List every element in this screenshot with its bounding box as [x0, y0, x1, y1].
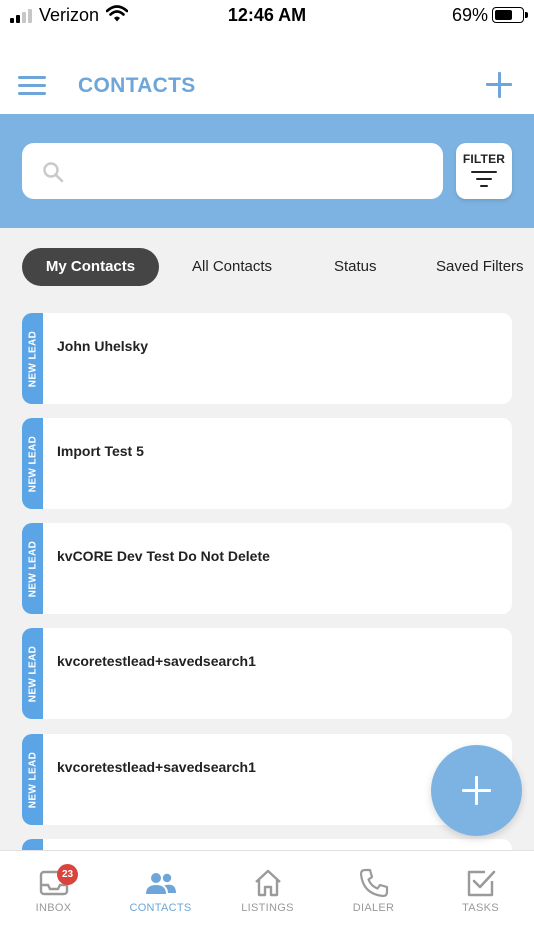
battery-icon: [492, 7, 528, 23]
tasks-icon: [467, 870, 496, 897]
page-title: CONTACTS: [78, 74, 196, 97]
contact-tabs: My Contacts All Contacts Status Saved Fi…: [0, 248, 534, 286]
battery-percentage: 69%: [451, 5, 488, 25]
lead-status-strip: NEW LEAD: [22, 523, 43, 614]
nav-label: LISTINGS: [241, 902, 294, 914]
lead-status-label: NEW LEAD: [27, 645, 38, 702]
status-bar: Verizon 12:46 AM 69%: [0, 0, 534, 34]
nav-label: CONTACTS: [129, 902, 192, 914]
nav-inbox[interactable]: 23 INBOX: [0, 851, 107, 950]
tab-my-contacts[interactable]: My Contacts: [22, 248, 159, 286]
home-icon: [255, 869, 281, 897]
add-contact-fab[interactable]: [431, 745, 522, 836]
contact-name: Import Test 5: [57, 443, 144, 459]
contact-name: kvCORE Dev Test Do Not Delete: [57, 548, 270, 564]
contact-card[interactable]: NEW LEAD kvCORE Dev Test Do Not Delete: [22, 523, 512, 614]
contact-card[interactable]: NEW LEAD John Uhelsky: [22, 313, 512, 404]
contact-name: kvcoretestlead+savedsearch1: [57, 653, 256, 669]
lead-status-label: NEW LEAD: [27, 435, 38, 492]
app-header: CONTACTS: [0, 34, 534, 114]
nav-listings[interactable]: LISTINGS: [214, 851, 321, 950]
filter-label: FILTER: [462, 152, 506, 166]
lead-status-label: NEW LEAD: [27, 751, 38, 808]
contact-name: John Uhelsky: [57, 338, 149, 354]
phone-icon: [359, 868, 389, 898]
nav-label: TASKS: [462, 902, 499, 914]
lead-status-strip: NEW LEAD: [22, 734, 43, 825]
tab-saved-filters[interactable]: Saved Filters: [436, 248, 524, 286]
lead-status-strip: NEW LEAD: [22, 628, 43, 719]
tab-all-contacts[interactable]: All Contacts: [192, 248, 272, 286]
inbox-badge: 23: [57, 864, 78, 885]
hamburger-menu-icon[interactable]: [18, 76, 46, 96]
tab-status[interactable]: Status: [334, 248, 377, 286]
nav-contacts[interactable]: CONTACTS: [107, 851, 214, 950]
search-box[interactable]: [22, 143, 443, 199]
nav-label: DIALER: [352, 902, 395, 914]
lead-status-strip: NEW LEAD: [22, 313, 43, 404]
bottom-nav: 23 INBOX CONTACTS LISTINGS DIALER TASKS: [0, 850, 534, 950]
filter-icon: [471, 171, 497, 187]
lead-status-strip: NEW LEAD: [22, 418, 43, 509]
add-contact-icon[interactable]: [486, 72, 512, 98]
contact-card[interactable]: NEW LEAD kvcoretestlead+savedsearch1: [22, 628, 512, 719]
screen: Verizon 12:46 AM 69% CONTACTS FILTER My …: [0, 0, 534, 950]
contacts-icon: [146, 873, 176, 894]
nav-dialer[interactable]: DIALER: [320, 851, 427, 950]
lead-status-label: NEW LEAD: [27, 330, 38, 387]
search-icon: [43, 162, 64, 183]
search-band: FILTER: [0, 114, 534, 228]
nav-label: INBOX: [35, 902, 72, 914]
nav-tasks[interactable]: TASKS: [427, 851, 534, 950]
search-input[interactable]: [78, 153, 429, 189]
contact-name: kvcoretestlead+savedsearch1: [57, 759, 256, 775]
contact-card[interactable]: NEW LEAD Import Test 5: [22, 418, 512, 509]
lead-status-label: NEW LEAD: [27, 540, 38, 597]
filter-button[interactable]: FILTER: [456, 143, 512, 199]
